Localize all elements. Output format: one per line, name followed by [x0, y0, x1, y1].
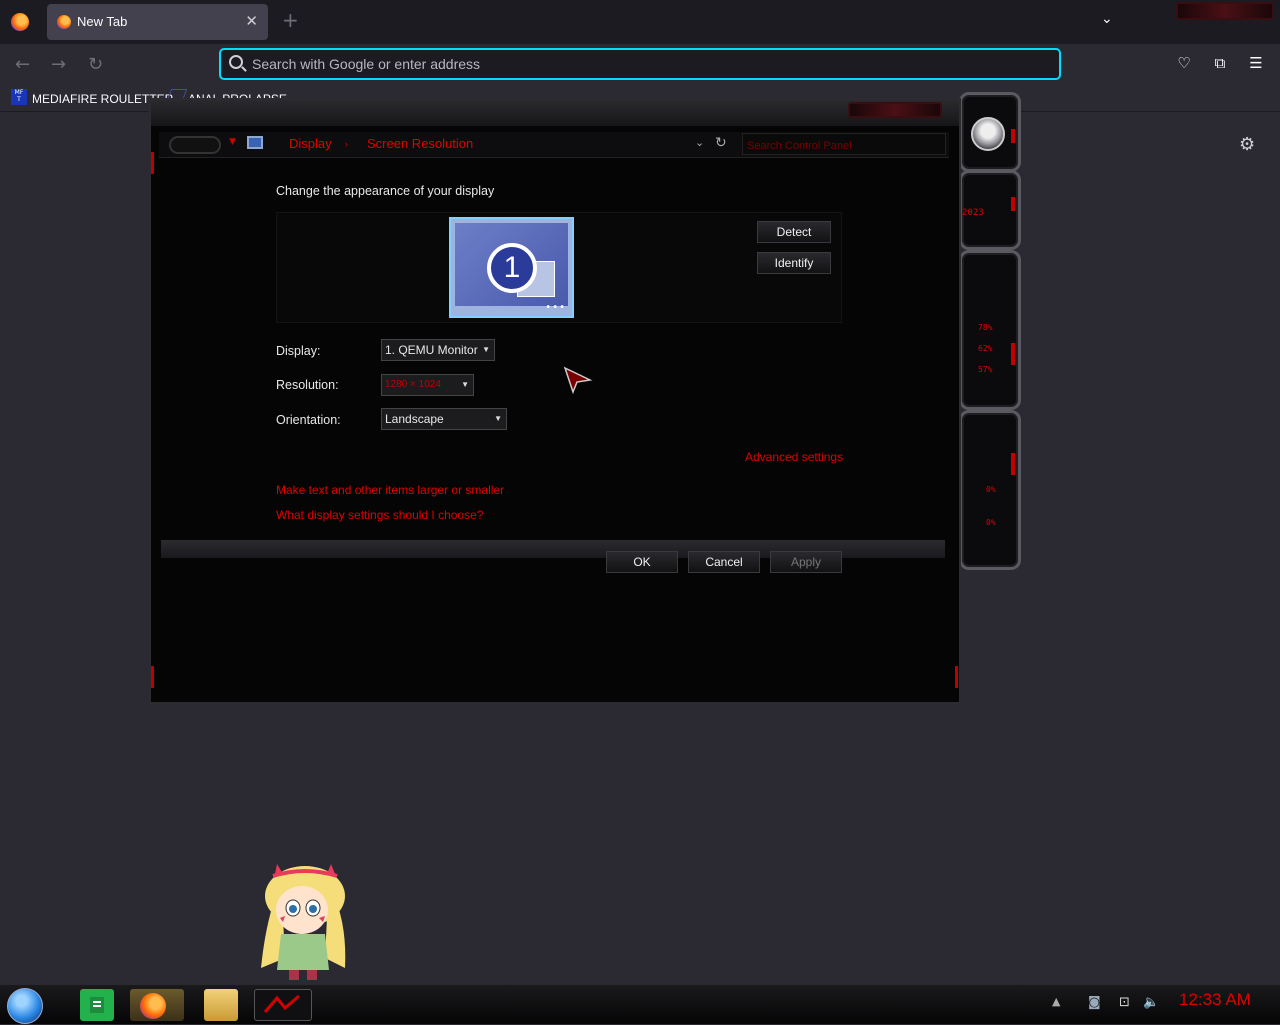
gadget-date: 2023	[962, 208, 984, 218]
resolution-label: Resolution:	[276, 378, 339, 392]
chevron-down-icon[interactable]: ⌄	[695, 136, 704, 149]
detect-button[interactable]: Detect	[757, 221, 831, 243]
chevron-down-icon: ▼	[482, 345, 490, 354]
mediafire-favicon-icon: MF T	[11, 89, 27, 105]
taskbar-clock[interactable]: 12:33 AM	[1179, 990, 1251, 1010]
network-up-readout: 0%	[986, 485, 996, 494]
refresh-icon[interactable]: ↻	[715, 135, 727, 151]
red-indicator	[1011, 453, 1015, 475]
system-monitor-gadget: 2023 78% 62% 57% 0% 0%	[955, 92, 1027, 570]
frame-accent	[955, 666, 958, 688]
address-bar[interactable]	[219, 48, 1061, 80]
firefox-favicon-icon	[57, 15, 71, 29]
mouse-cursor-icon	[563, 366, 593, 394]
tab-new-tab[interactable]: New Tab ✕	[47, 4, 268, 40]
search-input[interactable]	[747, 140, 943, 152]
resolution-select-value: 1280 × 1024	[385, 379, 441, 390]
monitor-screen: 1	[455, 223, 568, 306]
search-control-panel[interactable]	[742, 133, 946, 155]
orientation-select[interactable]: Landscape ▼	[381, 408, 507, 430]
tab-title: New Tab	[77, 14, 128, 29]
red-indicator	[1011, 129, 1015, 143]
gadget-segment: 0% 0%	[959, 410, 1021, 570]
back-forward-buttons[interactable]	[169, 136, 221, 154]
orientation-select-value: Landscape	[385, 412, 444, 426]
ok-button[interactable]: OK	[606, 551, 678, 573]
gadget-segment: 78% 62% 57%	[959, 250, 1021, 410]
network-down-readout: 0%	[986, 518, 996, 527]
pocket-icon[interactable]: ♡	[1176, 55, 1192, 71]
cancel-button[interactable]: Cancel	[688, 551, 760, 573]
breadcrumb-separator[interactable]: ›	[345, 139, 348, 149]
taskbar: ▲ ◙ ⊡ 🔈 12:33 AM	[0, 984, 1280, 1024]
back-arrow-icon[interactable]: ←	[15, 54, 30, 75]
extensions-icon[interactable]: ⧉	[1212, 55, 1228, 71]
firefox-icon[interactable]	[130, 989, 184, 1021]
display-select-value: 1. QEMU Monitor	[385, 343, 478, 357]
gear-icon[interactable]: ⚙	[1239, 134, 1255, 155]
frame-accent	[151, 152, 154, 174]
monitor-number: 1	[487, 243, 537, 293]
cartoon-character-sticker	[261, 864, 346, 980]
page-heading: Change the appearance of your display	[276, 184, 495, 198]
red-indicator	[1011, 197, 1015, 211]
sticky-notes-icon[interactable]	[80, 989, 114, 1021]
display-select[interactable]: 1. QEMU Monitor ▼	[381, 339, 495, 361]
window-titlebar[interactable]	[151, 100, 959, 126]
firefox-view-icon[interactable]	[11, 13, 29, 31]
gadget-segment	[959, 92, 1021, 172]
apply-button[interactable]: Apply	[770, 551, 842, 573]
disk-readout: 57%	[978, 365, 993, 374]
recent-pages-icon[interactable]: ▼	[229, 137, 236, 147]
forward-arrow-icon[interactable]: →	[51, 54, 66, 75]
volume-icon[interactable]: 🔈	[1143, 995, 1159, 1010]
new-tab-plus-icon[interactable]: +	[282, 10, 299, 30]
advanced-settings-link[interactable]: Advanced settings	[745, 450, 843, 464]
gadget-segment: 2023	[959, 170, 1021, 250]
breadcrumb-screen-resolution[interactable]: Screen Resolution	[367, 136, 473, 151]
breadcrumb-display[interactable]: Display	[289, 136, 332, 151]
file-explorer-icon[interactable]	[204, 989, 238, 1021]
monitor-1-tile[interactable]: 1 •••	[449, 217, 574, 318]
window-caption-buttons[interactable]	[848, 102, 942, 118]
monitor-dots-icon: •••	[545, 302, 566, 313]
resolution-select[interactable]: 1280 × 1024 ▼	[381, 374, 474, 396]
search-icon	[229, 55, 243, 69]
screen-resolution-window: ▼ Display › Screen Resolution ⌄ ↻ Change…	[149, 98, 961, 704]
browser-tab-bar: New Tab ✕ + ⌄	[0, 0, 1280, 44]
address-input[interactable]	[252, 56, 1032, 72]
frame-accent	[151, 666, 154, 688]
reload-icon[interactable]: ↻	[88, 54, 103, 75]
chevron-down-icon: ▼	[494, 414, 502, 423]
identify-button[interactable]: Identify	[757, 252, 831, 274]
display-label: Display:	[276, 344, 321, 358]
close-tab-icon[interactable]: ✕	[245, 12, 258, 30]
alien-head-icon	[971, 117, 1005, 151]
control-panel-address-bar: ▼ Display › Screen Resolution ⌄ ↻	[159, 132, 949, 158]
network-icon[interactable]: ⊡	[1119, 995, 1130, 1010]
ram-readout: 62%	[978, 344, 993, 353]
text-size-link[interactable]: Make text and other items larger or smal…	[276, 483, 504, 497]
orientation-label: Orientation:	[276, 413, 341, 427]
show-hidden-icons-arrow-icon[interactable]: ▲	[1052, 995, 1060, 1008]
menu-hamburger-icon[interactable]: ☰	[1248, 55, 1264, 71]
display-icon	[247, 136, 263, 149]
chevron-down-icon[interactable]: ⌄	[1101, 11, 1113, 27]
display-arrangement-area: 1 ••• Detect Identify	[276, 212, 842, 323]
cpu-readout: 78%	[978, 323, 993, 332]
alienware-app-icon[interactable]	[254, 989, 312, 1021]
browser-nav-bar: ← → ↻ ♡ ⧉ ☰	[0, 44, 1280, 86]
alienware-title-ornament	[1176, 2, 1274, 20]
chevron-down-icon: ▼	[461, 380, 469, 389]
tray-app-icon[interactable]: ◙	[1088, 995, 1101, 1010]
red-indicator	[1011, 343, 1015, 365]
display-help-link[interactable]: What display settings should I choose?	[276, 508, 483, 522]
start-button[interactable]	[7, 988, 43, 1024]
